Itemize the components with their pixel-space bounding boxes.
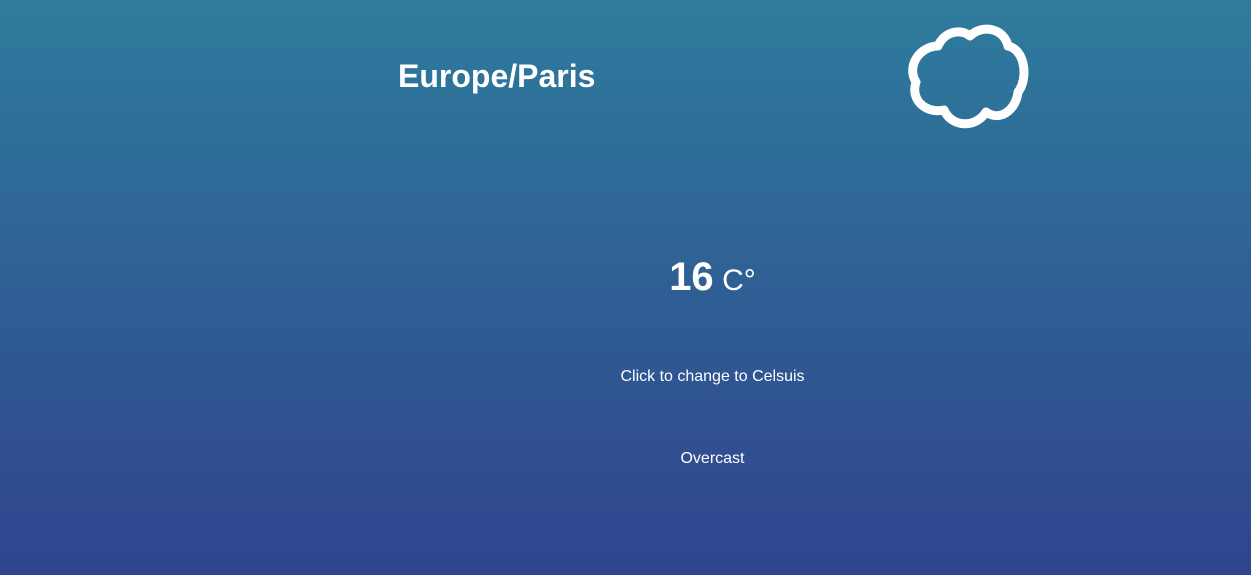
temperature-display: 16 C° xyxy=(0,252,1251,311)
location-title: Europe/Paris xyxy=(398,58,596,94)
unit-toggle-link[interactable]: Click to change to Celsuis xyxy=(0,367,1251,387)
cloud-icon xyxy=(900,18,1036,134)
weather-condition: Overcast xyxy=(680,450,745,467)
temperature-value: 16 xyxy=(669,255,714,299)
temperature-unit: C° xyxy=(722,264,756,297)
